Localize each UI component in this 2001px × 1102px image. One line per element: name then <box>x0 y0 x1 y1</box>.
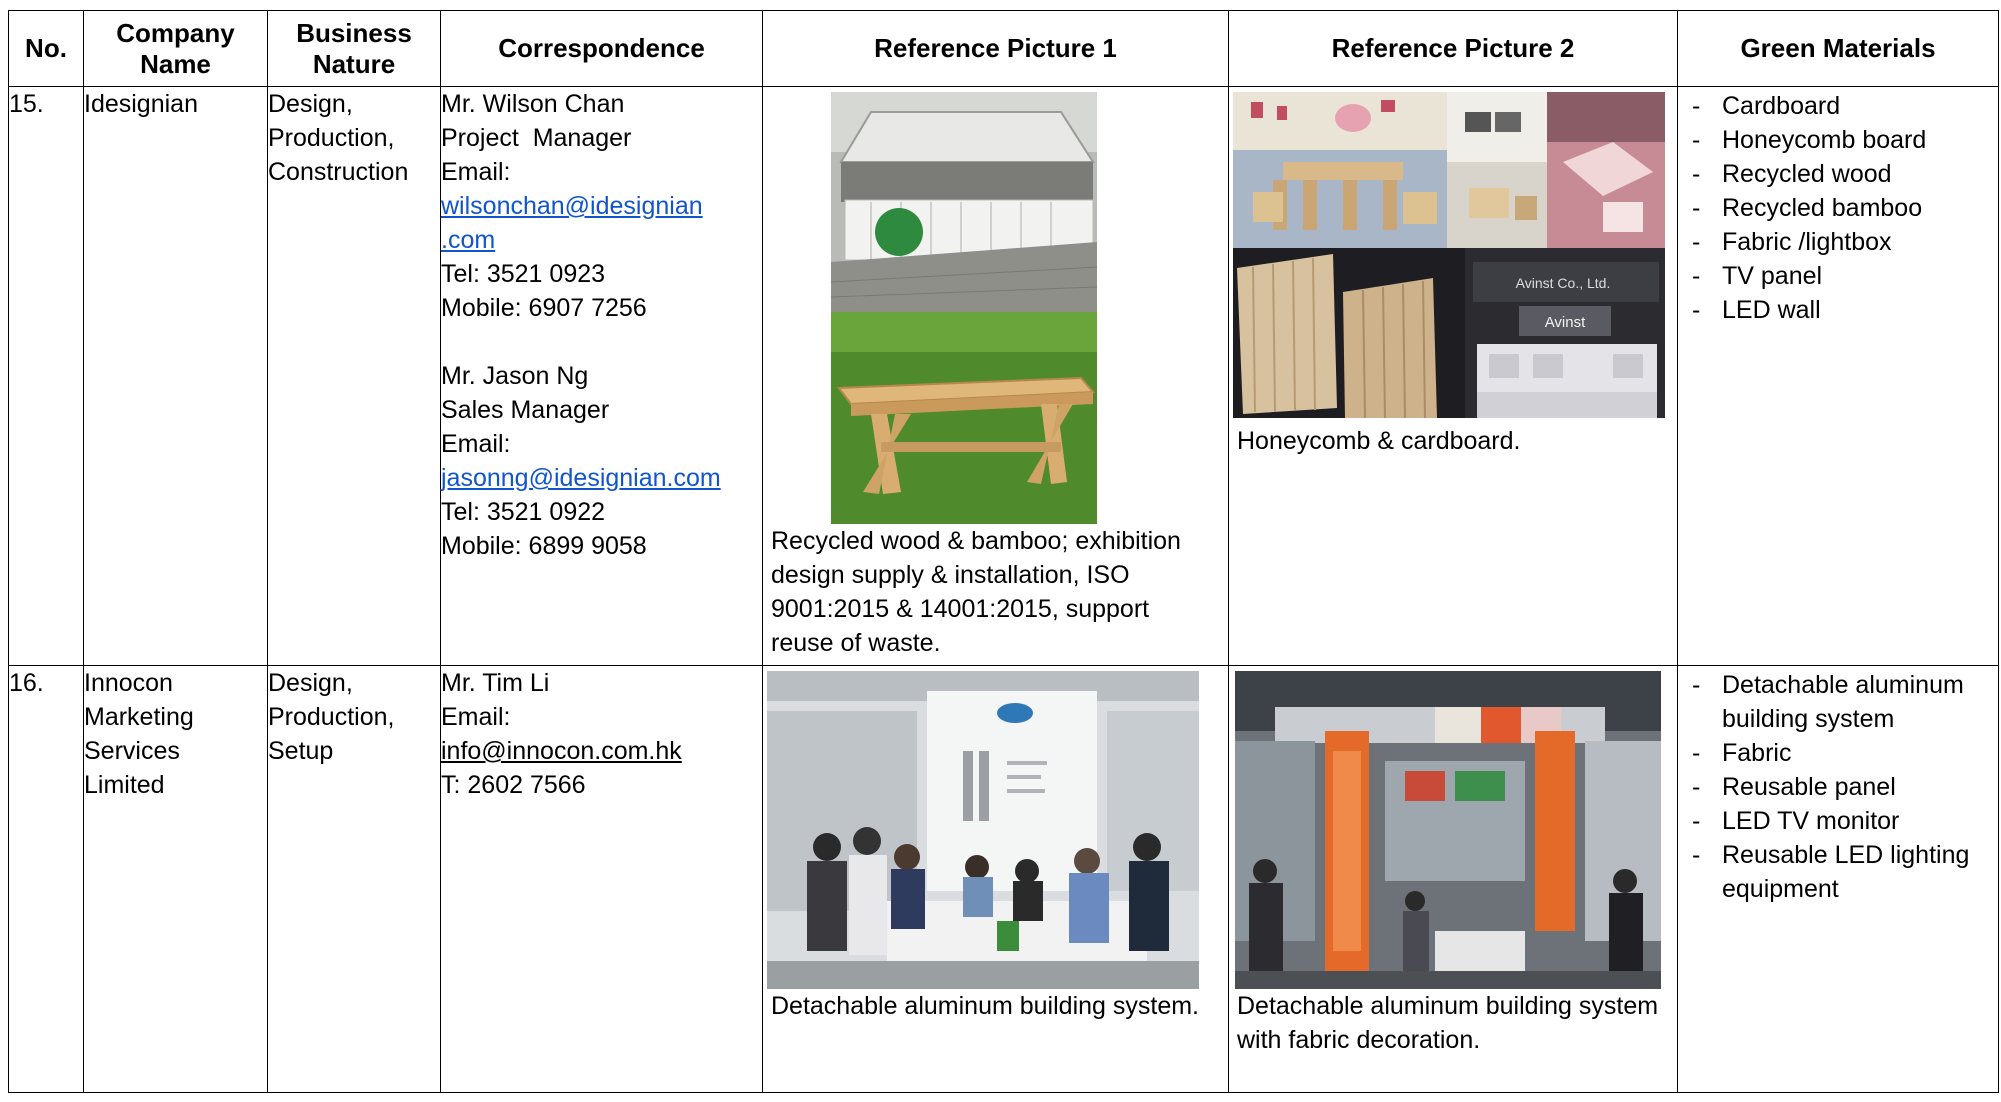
picture-1-caption: Detachable aluminum building system. <box>771 992 1199 1020</box>
list-item: Recycled wood <box>1686 157 1992 191</box>
contact-title: Project Manager <box>441 124 632 152</box>
company-name: Idesignian <box>83 86 268 666</box>
list-item: LED TV monitor <box>1686 804 1992 838</box>
contact-title: Sales Manager <box>441 396 610 424</box>
tent-and-bench-photo <box>831 92 1097 524</box>
header-row: No. Company Name Business Nature Corresp… <box>8 10 1999 87</box>
booth-meeting-photo <box>767 671 1199 989</box>
business-nature: Design, Production, Setup <box>267 665 441 1093</box>
email-label: Email: <box>441 430 511 458</box>
green-materials: Detachable aluminum building system Fabr… <box>1677 665 1999 1093</box>
picture-2-caption: Honeycomb & cardboard. <box>1237 427 1521 455</box>
booth-sign-1: Avinst Co., Ltd. <box>1516 275 1611 291</box>
list-item: Fabric <box>1686 736 1992 770</box>
row-number: 16. <box>8 665 84 1093</box>
header-company-name: Company Name <box>83 10 268 87</box>
company-name: Innocon Marketing Services Limited <box>83 665 268 1093</box>
email-link[interactable]: jasonng@idesignian.com <box>441 461 762 495</box>
list-item: Reusable LED lighting equipment <box>1686 838 1992 906</box>
header-business-nature: Business Nature <box>267 10 441 87</box>
contact-tel: Tel: 3521 0922 <box>441 498 606 526</box>
email-label: Email: <box>441 703 511 731</box>
email-link[interactable]: wilsonchan@idesignian <box>441 189 762 223</box>
aluminum-booth-photo <box>1235 671 1661 989</box>
table-row: 15. Idesignian Design, Production, Const… <box>8 86 1999 666</box>
contact-mobile: Mobile: 6899 9058 <box>441 532 647 560</box>
contact-tel: T: 2602 7566 <box>441 771 586 799</box>
email-link[interactable]: info@innocon.com.hk <box>441 734 762 768</box>
row-number: 15. <box>8 86 84 666</box>
header-reference-picture-1: Reference Picture 1 <box>762 10 1229 87</box>
list-item: Reusable panel <box>1686 770 1992 804</box>
reference-picture-2: Avinst Co., Ltd. Avinst Honeycomb & card… <box>1228 86 1678 666</box>
list-item: Recycled bamboo <box>1686 191 1992 225</box>
header-correspondence: Correspondence <box>440 10 763 87</box>
picture-2-caption: Detachable aluminum building system with… <box>1237 992 1659 1054</box>
contact-name: Mr. Jason Ng <box>441 362 589 390</box>
honeycomb-booth-photo: Avinst Co., Ltd. Avinst <box>1233 92 1665 418</box>
correspondence: Mr. Tim Li Email: info@innocon.com.hk T:… <box>440 665 763 1093</box>
list-item: Honeycomb board <box>1686 123 1992 157</box>
list-item: Cardboard <box>1686 89 1992 123</box>
header-green-materials: Green Materials <box>1677 10 1999 87</box>
reference-picture-1: Detachable aluminum building system. <box>762 665 1229 1093</box>
list-item: TV panel <box>1686 259 1992 293</box>
email-label: Email: <box>441 158 511 186</box>
reference-picture-2: Detachable aluminum building system with… <box>1228 665 1678 1093</box>
reference-picture-1: Recycled wood & bamboo; exhibition desig… <box>762 86 1229 666</box>
contact-tel: Tel: 3521 0923 <box>441 260 606 288</box>
contact-name: Mr. Wilson Chan <box>441 90 625 118</box>
picture-1-caption: Recycled wood & bamboo; exhibition desig… <box>771 527 1181 657</box>
contact-mobile: Mobile: 6907 7256 <box>441 294 647 322</box>
business-nature: Design, Production, Construction <box>267 86 441 666</box>
list-item: LED wall <box>1686 293 1992 327</box>
table-row: 16. Innocon Marketing Services Limited D… <box>8 665 1999 1093</box>
list-item: Detachable aluminum building system <box>1686 668 1992 736</box>
header-no: No. <box>8 10 84 87</box>
correspondence: Mr. Wilson Chan Project Manager Email: w… <box>440 86 763 666</box>
contact-name: Mr. Tim Li <box>441 669 550 697</box>
exhibitor-table: No. Company Name Business Nature Corresp… <box>8 10 1999 1093</box>
email-link[interactable]: .com <box>441 223 762 257</box>
booth-sign-2: Avinst <box>1545 314 1586 331</box>
green-materials: Cardboard Honeycomb board Recycled wood … <box>1677 86 1999 666</box>
header-reference-picture-2: Reference Picture 2 <box>1228 10 1678 87</box>
list-item: Fabric /lightbox <box>1686 225 1992 259</box>
